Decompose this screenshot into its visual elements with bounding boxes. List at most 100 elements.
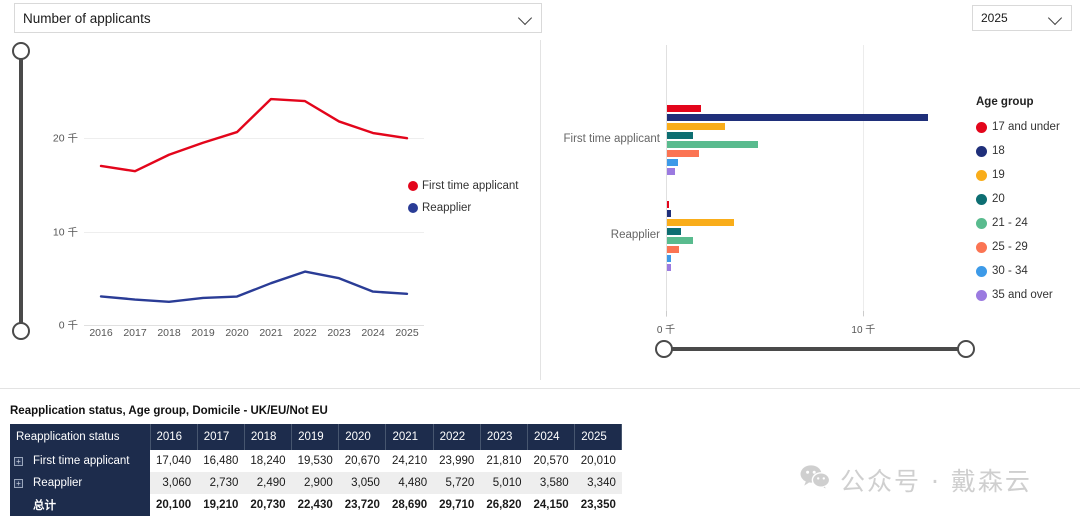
bar-30---34[interactable]: [667, 255, 671, 262]
line-legend-item[interactable]: Reapplier: [408, 202, 519, 214]
wechat-icon: [800, 464, 831, 496]
table-cell: 23,720: [344, 499, 380, 511]
slider-track[interactable]: [19, 52, 23, 330]
bar-chart-tick-mark: [666, 311, 667, 316]
bar-20[interactable]: [667, 132, 693, 139]
legend-dot-icon: [976, 217, 987, 229]
bar-25---29[interactable]: [667, 246, 680, 253]
table-col-header-2025[interactable]: 2025: [574, 424, 623, 450]
bar-17-and-under[interactable]: [667, 105, 701, 112]
table-col-header-status[interactable]: Reapplication status: [10, 424, 151, 450]
slider-handle-right[interactable]: [957, 340, 975, 358]
table-cell: 28,690: [391, 499, 428, 511]
line-legend-item[interactable]: First time applicant: [408, 180, 519, 192]
slider-handle-bottom[interactable]: [12, 322, 30, 340]
age-legend-item[interactable]: 20: [976, 187, 1080, 211]
table-cell: 2,490: [244, 472, 292, 494]
table-cell: 19,530: [297, 455, 333, 467]
bar-17-and-under[interactable]: [667, 201, 669, 208]
age-legend-item[interactable]: 21 - 24: [976, 211, 1080, 235]
table-col-header-2024[interactable]: 2024: [527, 424, 576, 450]
line-legend-label: Reapplier: [422, 202, 472, 214]
bar-21---24[interactable]: [667, 237, 693, 244]
legend-dot-icon: [976, 145, 987, 157]
chevron-down-icon: [1049, 11, 1063, 25]
table-col-header-2021[interactable]: 2021: [385, 424, 434, 450]
bar-19[interactable]: [667, 123, 726, 130]
table-title: Reapplication status, Age group, Domicil…: [10, 405, 328, 417]
line-chart-x-tick: 2025: [395, 327, 419, 339]
bar-20[interactable]: [667, 228, 681, 235]
slider-handle-top[interactable]: [12, 42, 30, 60]
table-col-header-2016[interactable]: 2016: [150, 424, 198, 450]
vertical-range-slider[interactable]: [10, 42, 32, 340]
bar-19[interactable]: [667, 219, 735, 226]
line-chart-x-tick: 2023: [327, 327, 351, 339]
table-cell: 4,480: [385, 472, 434, 494]
line-chart-x-axis: 2016 2017 2018 2019 2020 2021 2022 2023 2024 2025: [84, 327, 424, 339]
age-legend-label: 20: [992, 193, 1005, 205]
table-col-header-2017[interactable]: 2017: [197, 424, 245, 450]
legend-dot-icon: [976, 193, 987, 205]
legend-dot-icon: [976, 241, 987, 253]
bar-35-and-over[interactable]: [667, 264, 671, 271]
bar-chart-x-tick: 0 千: [656, 325, 676, 336]
slider-handle-left[interactable]: [655, 340, 673, 358]
line-chart-x-tick: 2021: [259, 327, 283, 339]
bar-group-label: First time applicant: [563, 133, 660, 145]
legend-dot-icon: [976, 169, 987, 181]
table-cell: 26,820: [486, 499, 522, 511]
horizontal-range-slider[interactable]: [655, 338, 975, 360]
table-cell: 17,040: [156, 455, 192, 467]
table-row-header: + First time applicant: [10, 450, 150, 472]
watermark-text: 公众号 · 戴森云: [840, 467, 1032, 496]
table-cell: 22,430: [297, 499, 333, 511]
table-col-header-2020[interactable]: 2020: [338, 424, 387, 450]
table-cell: 23,990: [439, 455, 475, 467]
table-col-header-2023[interactable]: 2023: [480, 424, 529, 450]
measure-dropdown[interactable]: Number of applicants: [14, 3, 542, 33]
line-chart-y-tick: 20 千: [52, 132, 78, 145]
bar-25---29[interactable]: [667, 150, 699, 157]
line-chart-x-tick: 2017: [123, 327, 147, 339]
age-legend-item[interactable]: 30 - 34: [976, 259, 1080, 283]
table-col-header-2019[interactable]: 2019: [291, 424, 340, 450]
table-cell: 2,900: [291, 472, 339, 494]
age-legend-item[interactable]: 35 and over: [976, 283, 1080, 307]
line-legend-label: First time applicant: [422, 180, 519, 192]
age-legend-label: 30 - 34: [992, 265, 1028, 277]
year-dropdown[interactable]: 2025: [972, 5, 1072, 31]
table-row-label: First time applicant: [33, 455, 130, 467]
table-col-header-2022[interactable]: 2022: [433, 424, 481, 450]
age-legend-item[interactable]: 25 - 29: [976, 235, 1080, 259]
age-legend-item[interactable]: 19: [976, 163, 1080, 187]
table-cell: 24,210: [391, 455, 428, 467]
bar-18[interactable]: [667, 114, 928, 121]
table-cell: 20,010: [580, 455, 616, 467]
age-legend-label: 21 - 24: [992, 217, 1028, 229]
bar-35-and-over[interactable]: [667, 168, 675, 175]
table-cell: 29,710: [439, 499, 475, 511]
bar-21---24[interactable]: [667, 141, 758, 148]
line-chart-x-tick: 2019: [191, 327, 215, 339]
expand-icon[interactable]: +: [14, 456, 23, 466]
table-cell: 24,150: [533, 499, 569, 511]
table-cell: 21,810: [486, 455, 522, 467]
age-legend-item[interactable]: 17 and under: [976, 115, 1080, 139]
table-cell: 3,060: [150, 472, 198, 494]
table-cell: 20,730: [250, 499, 286, 511]
bar-30---34[interactable]: [667, 159, 678, 166]
table-col-header-2018[interactable]: 2018: [244, 424, 293, 450]
section-divider: [0, 388, 1080, 389]
slider-track[interactable]: [665, 347, 965, 351]
age-legend-label: 19: [992, 169, 1005, 181]
table-header: Reapplication status 2016 2017 2018 2019 2020…: [10, 424, 623, 450]
table-cell: 20,100: [156, 499, 192, 511]
bar-18[interactable]: [667, 210, 671, 217]
table-row-label: 总计: [33, 500, 56, 512]
data-table: Reapplication status 2016 2017 2018 2019 2020…: [10, 424, 623, 516]
expand-icon[interactable]: +: [14, 478, 23, 488]
line-chart-x-tick: 2016: [89, 327, 113, 339]
table-cell: 20,670: [344, 455, 380, 467]
age-legend-item[interactable]: 18: [976, 139, 1080, 163]
